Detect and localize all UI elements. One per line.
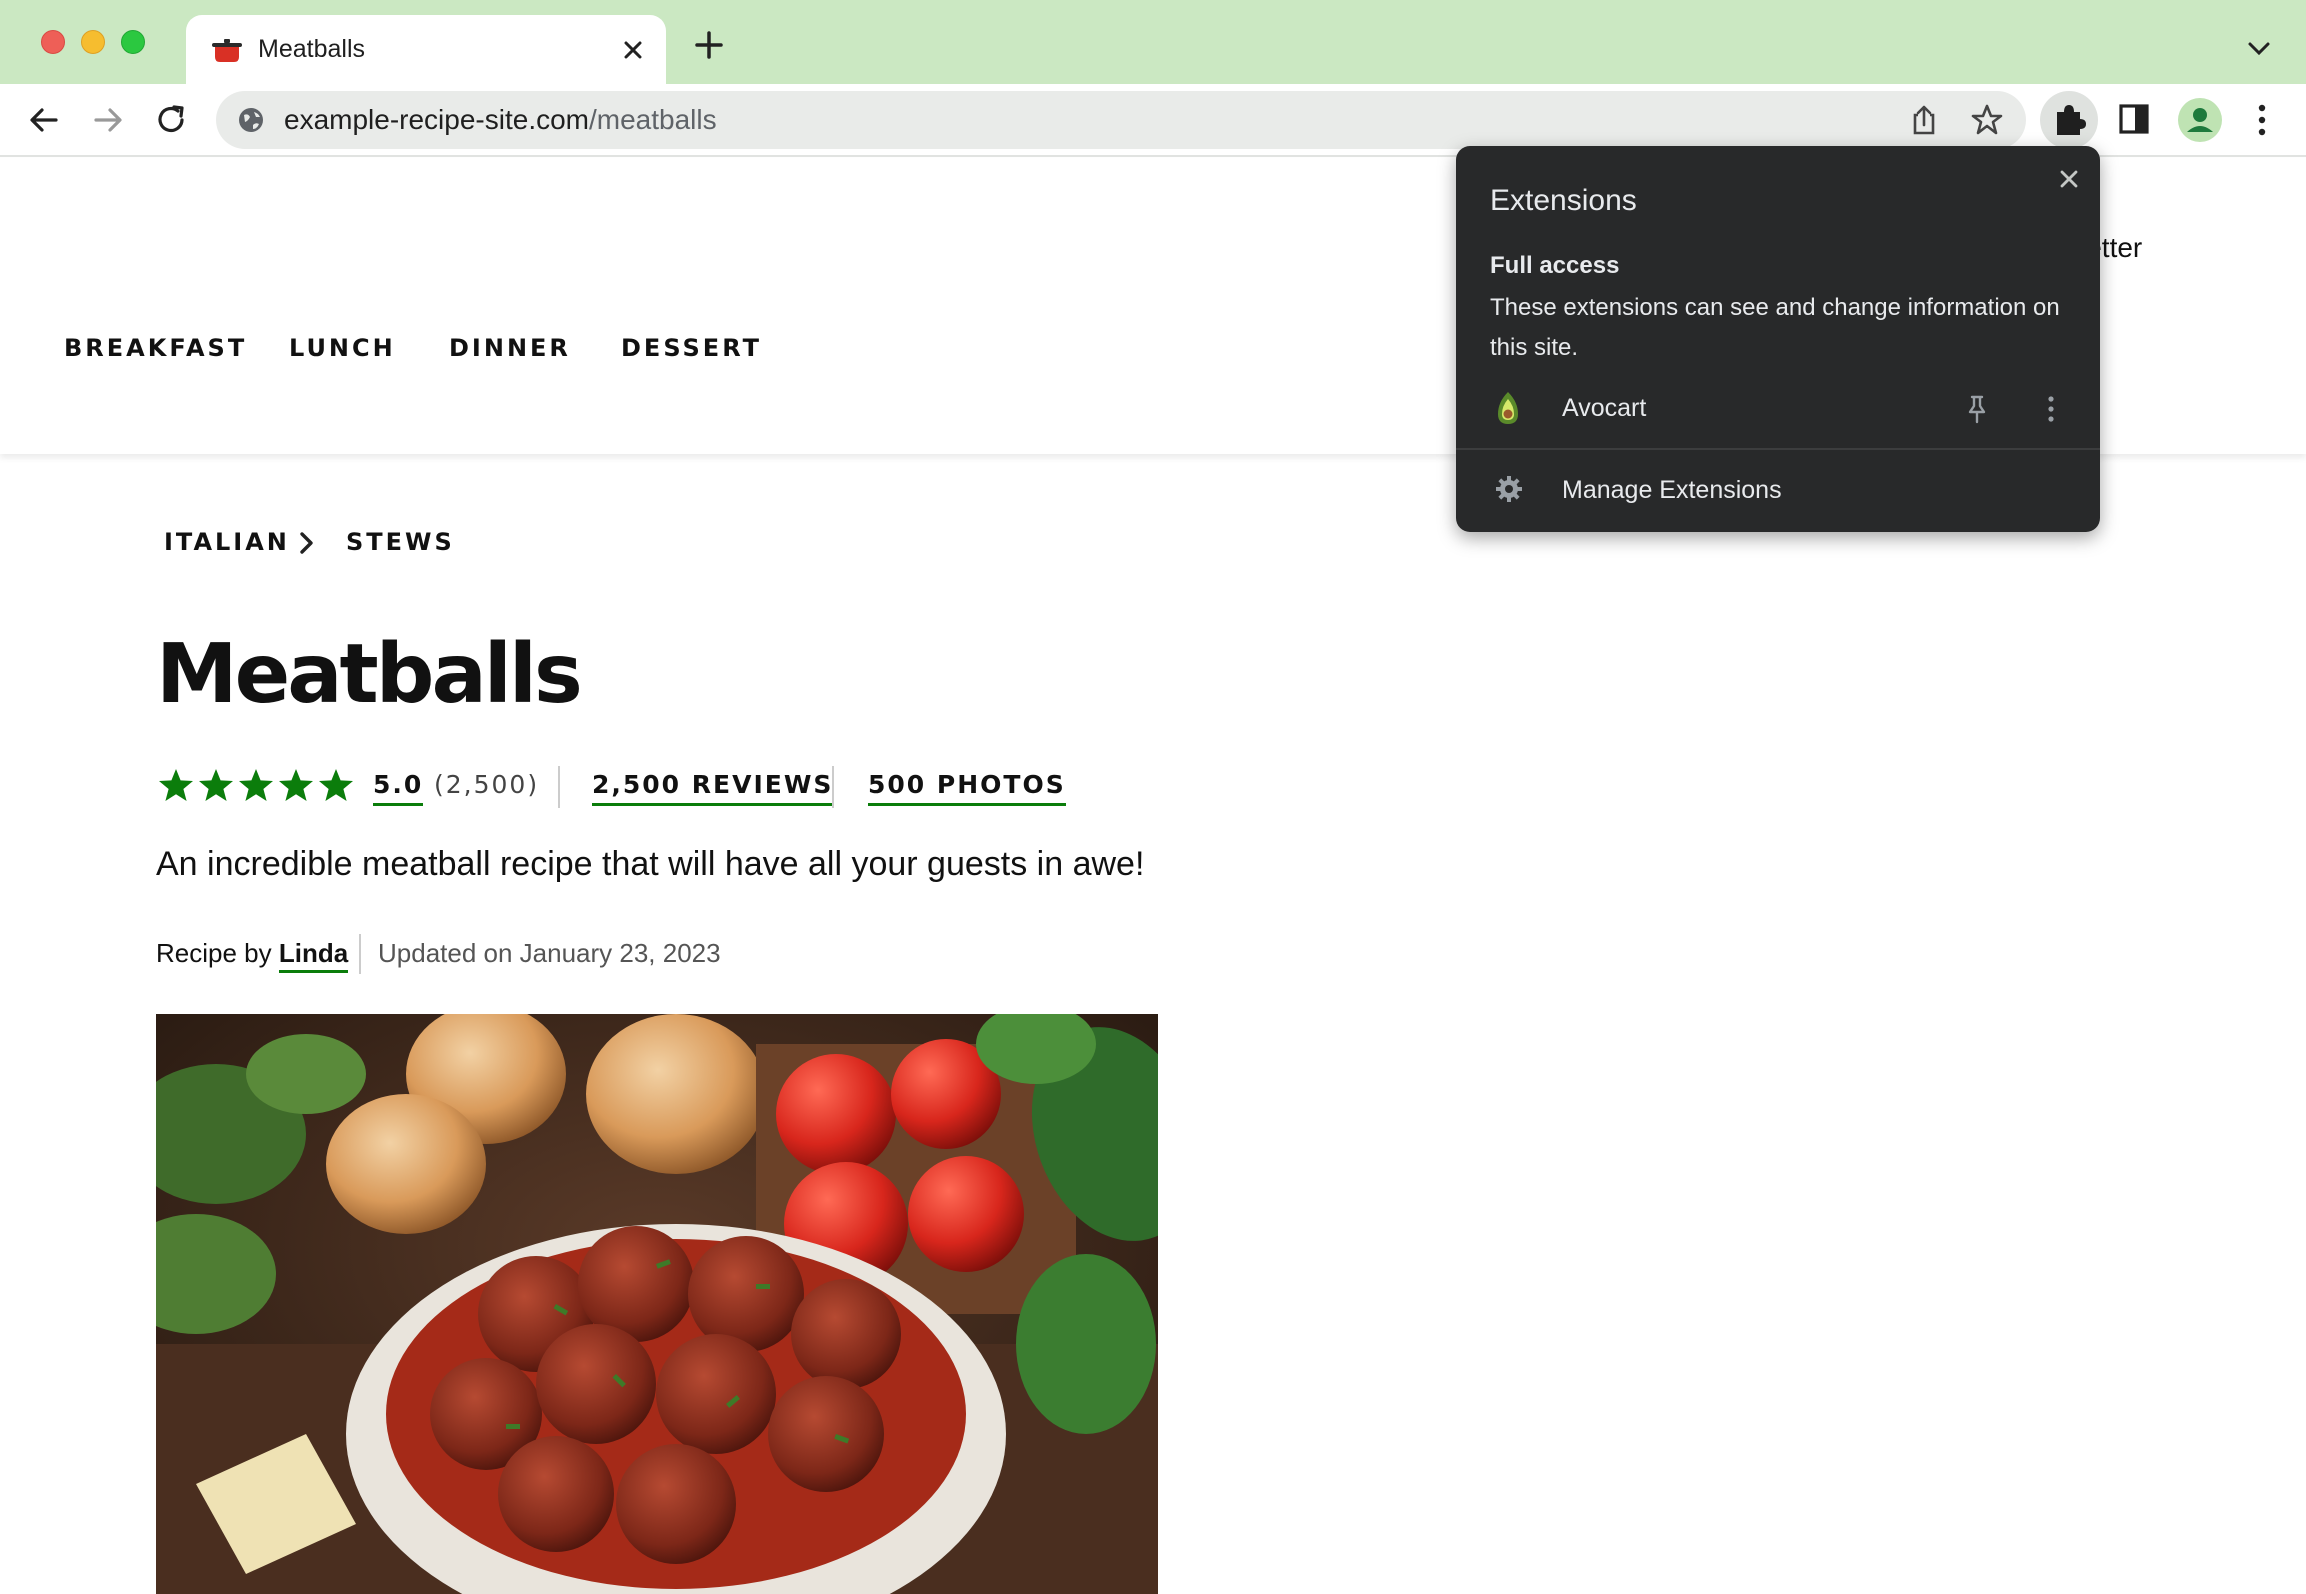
nav-lunch[interactable]: LUNCH bbox=[289, 334, 396, 362]
close-icon[interactable] bbox=[2054, 164, 2084, 194]
bookmark-star-icon[interactable] bbox=[1970, 103, 2004, 137]
extensions-popup-title: Extensions bbox=[1490, 184, 1637, 217]
nav-breakfast[interactable]: BREAKFAST bbox=[64, 334, 247, 362]
kebab-menu-icon[interactable] bbox=[2254, 102, 2270, 138]
close-window-button[interactable] bbox=[41, 30, 65, 54]
url-domain: example-recipe-site.com bbox=[284, 104, 589, 135]
person-icon bbox=[2187, 108, 2213, 132]
tab-title: Meatballs bbox=[258, 35, 365, 63]
side-panel-icon[interactable] bbox=[2118, 102, 2150, 136]
star-icon bbox=[239, 769, 273, 801]
extensions-popup: Extensions Full access These extensions … bbox=[1456, 146, 2100, 532]
manage-extensions-label[interactable]: Manage Extensions bbox=[1562, 476, 1782, 505]
meatballs-photo bbox=[156, 1014, 1158, 1594]
zoom-window-button[interactable] bbox=[121, 30, 145, 54]
address-bar[interactable]: example-recipe-site.com/meatballs bbox=[216, 91, 2026, 149]
close-tab-icon[interactable] bbox=[618, 35, 648, 65]
full-access-heading: Full access bbox=[1490, 252, 1620, 279]
back-arrow-icon[interactable] bbox=[24, 100, 64, 140]
kebab-menu-icon[interactable] bbox=[2046, 394, 2056, 424]
recipe-title: Meatballs bbox=[156, 627, 583, 722]
reload-icon[interactable] bbox=[152, 100, 192, 140]
url-path: /meatballs bbox=[589, 104, 717, 135]
chevron-right-icon bbox=[300, 532, 313, 554]
extension-name[interactable]: Avocart bbox=[1562, 394, 1646, 423]
puzzle-piece-icon bbox=[2057, 105, 2086, 135]
divider bbox=[558, 766, 560, 808]
globe-icon[interactable] bbox=[236, 105, 266, 135]
divider bbox=[1456, 448, 2100, 450]
star-icon bbox=[199, 769, 233, 801]
rating-summary[interactable]: 5.0 (2,500) bbox=[373, 770, 540, 806]
recipe-description: An incredible meatball recipe that will … bbox=[156, 845, 1145, 883]
full-access-description: These extensions can see and change info… bbox=[1490, 294, 2060, 361]
pot-icon bbox=[212, 39, 242, 62]
profile-avatar[interactable] bbox=[2178, 98, 2222, 142]
extensions-button[interactable] bbox=[2040, 91, 2098, 149]
tab-meatballs[interactable]: Meatballs bbox=[186, 15, 666, 84]
rating-value[interactable]: 5.0 bbox=[373, 770, 424, 806]
recipe-hero-image[interactable] bbox=[156, 1014, 1158, 1594]
new-tab-button[interactable] bbox=[692, 28, 726, 62]
forward-arrow-icon[interactable] bbox=[88, 100, 128, 140]
nav-dinner[interactable]: DINNER bbox=[449, 334, 571, 362]
byline-prefix: Recipe by bbox=[156, 938, 272, 968]
star-icon bbox=[319, 769, 353, 801]
divider bbox=[832, 766, 834, 808]
avocado-icon bbox=[1498, 392, 1518, 424]
share-icon[interactable] bbox=[1908, 103, 1940, 137]
url-text[interactable]: example-recipe-site.com/meatballs bbox=[284, 104, 717, 136]
reviews-link[interactable]: 2,500 REVIEWS bbox=[592, 770, 834, 806]
minimize-window-button[interactable] bbox=[81, 30, 105, 54]
photos-link[interactable]: 500 PHOTOS bbox=[868, 770, 1066, 806]
author-link[interactable]: Linda bbox=[278, 938, 349, 973]
gear-icon bbox=[1496, 476, 1522, 502]
nav-dessert[interactable]: DESSERT bbox=[621, 334, 762, 362]
recipe-byline: Recipe by Linda bbox=[156, 938, 349, 973]
star-rating bbox=[159, 769, 353, 801]
updated-date: Updated on January 23, 2023 bbox=[378, 938, 721, 968]
star-icon bbox=[159, 769, 193, 801]
star-icon bbox=[279, 769, 313, 801]
breadcrumb-stews[interactable]: STEWS bbox=[346, 528, 455, 556]
tab-strip: Meatballs bbox=[0, 0, 2306, 84]
divider bbox=[359, 934, 361, 974]
chevron-down-icon[interactable] bbox=[2244, 36, 2274, 60]
breadcrumb-italian[interactable]: ITALIAN bbox=[164, 528, 290, 556]
rating-count: (2,500) bbox=[434, 770, 540, 799]
pin-icon[interactable] bbox=[1964, 394, 1990, 424]
